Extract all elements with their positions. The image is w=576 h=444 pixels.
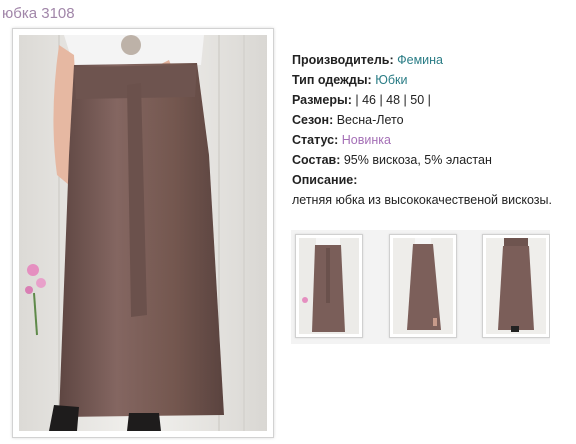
composition-label: Состав: — [292, 153, 341, 167]
sizes-row: Размеры: | 46 | 48 | 50 | — [292, 90, 552, 110]
manufacturer-link[interactable]: Фемина — [397, 53, 443, 67]
composition-row: Состав: 95% вискоза, 5% эластан — [292, 150, 552, 170]
thumbnail-strip — [291, 230, 550, 344]
sizes-value: | 46 | 48 | 50 | — [355, 93, 431, 107]
status-label: Статус: — [292, 133, 339, 147]
thumbnail-front[interactable] — [295, 234, 363, 338]
thumbnail-side-image — [393, 238, 453, 334]
thumbnail-side[interactable] — [389, 234, 457, 338]
thumbnail-back[interactable] — [482, 234, 550, 338]
clothing-type-row: Тип одежды: Юбки — [292, 70, 552, 90]
main-product-image[interactable] — [12, 28, 274, 438]
status-row: Статус: Новинка — [292, 130, 552, 150]
description-label: Описание: — [292, 173, 358, 187]
product-details: Производитель: Фемина Тип одежды: Юбки Р… — [292, 50, 552, 210]
description-label-row: Описание: — [292, 170, 552, 190]
status-link[interactable]: Новинка — [342, 133, 391, 147]
composition-value: 95% вискоза, 5% эластан — [343, 153, 492, 167]
season-label: Сезон: — [292, 113, 334, 127]
manufacturer-label: Производитель: — [292, 53, 394, 67]
page-title: юбка 3108 — [2, 5, 75, 22]
description-text: летняя юбка из высококачественой вискозы… — [292, 193, 552, 207]
thumbnail-front-image — [299, 238, 359, 334]
clothing-type-link[interactable]: Юбки — [375, 73, 407, 87]
season-row: Сезон: Весна-Лето — [292, 110, 552, 130]
manufacturer-row: Производитель: Фемина — [292, 50, 552, 70]
clothing-type-label: Тип одежды: — [292, 73, 372, 87]
thumbnail-back-image — [486, 238, 546, 334]
season-value: Весна-Лето — [336, 113, 404, 127]
skirt-photo — [19, 35, 267, 431]
sizes-label: Размеры: — [292, 93, 352, 107]
